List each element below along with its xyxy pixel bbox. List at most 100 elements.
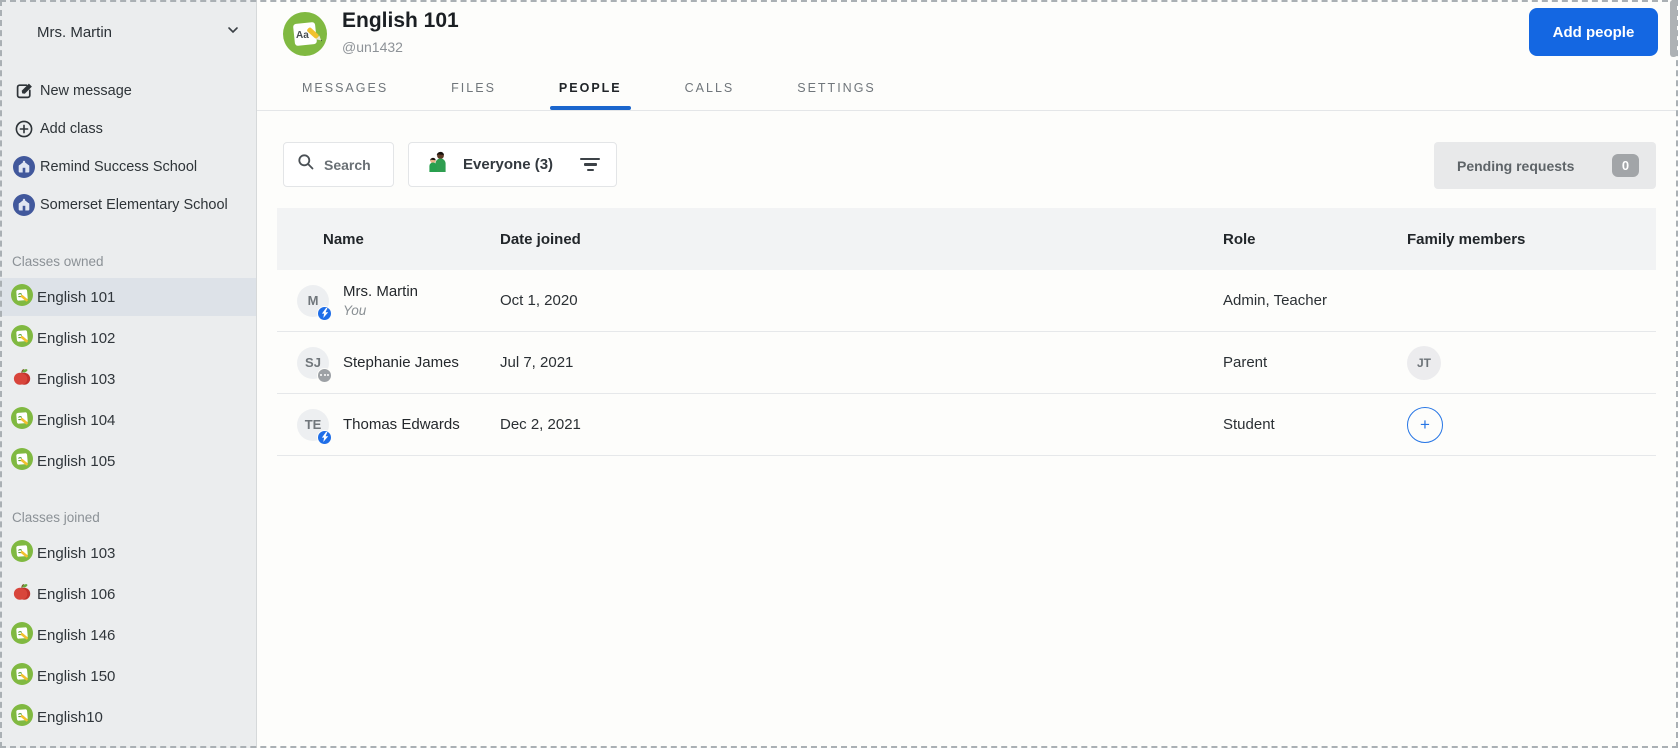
class-handle: @un1432: [342, 39, 403, 55]
role: Parent: [1223, 354, 1268, 371]
sidebar-class-english-105[interactable]: English 105: [0, 442, 256, 480]
app-window: Mrs. Martin New message Add class Remind…: [0, 0, 1678, 748]
class-doc-icon: [11, 406, 33, 434]
class-label: English 106: [37, 585, 116, 603]
table-header: Name Date joined Role Family members: [277, 208, 1656, 270]
plus-circle-icon: [13, 119, 35, 139]
section-title-classes-joined: Classes joined: [12, 510, 100, 525]
class-doc-icon: [11, 447, 33, 475]
sidebar-class-english-150[interactable]: English 150: [0, 657, 256, 695]
tab-settings[interactable]: SETTINGS: [797, 66, 876, 110]
class-doc-icon: [11, 662, 33, 690]
sidebar-item-label: Somerset Elementary School: [40, 197, 228, 213]
toolbar: Everyone (3) Pending requests 0: [257, 142, 1678, 189]
role: Student: [1223, 416, 1275, 433]
sidebar-class-english-146[interactable]: English 146: [0, 616, 256, 654]
people-table: Name Date joined Role Family members M M…: [277, 208, 1656, 456]
class-label: English 104: [37, 411, 116, 429]
sidebar-item-new-message[interactable]: New message: [0, 72, 256, 110]
page-title: English 101: [342, 9, 459, 32]
date-joined: Jul 7, 2021: [500, 354, 574, 371]
sidebar-class-english10[interactable]: English10: [0, 698, 256, 736]
column-header-name: Name: [323, 230, 364, 248]
date-joined: Dec 2, 2021: [500, 416, 581, 433]
class-label: English 101: [37, 288, 116, 306]
avatar: SJ: [297, 346, 332, 383]
column-header-role: Role: [1223, 230, 1256, 248]
class-avatar-icon: Aa: [283, 12, 327, 61]
class-header: Aa English 101 @un1432 Add people: [257, 0, 1678, 66]
class-label: English 150: [37, 667, 116, 685]
search-icon: [297, 153, 315, 176]
class-label: English 105: [37, 452, 116, 470]
table-row[interactable]: M Mrs. Martin You Oct 1, 2020 Admin, Tea…: [277, 270, 1656, 332]
sidebar-item-school[interactable]: Remind Success School: [0, 148, 256, 186]
chevron-down-icon: [226, 23, 240, 42]
sidebar-item-label: Remind Success School: [40, 159, 198, 175]
add-people-button[interactable]: Add people: [1529, 8, 1658, 56]
add-family-member-button[interactable]: +: [1407, 406, 1443, 443]
sidebar-item-label: New message: [40, 83, 132, 99]
main-panel: Aa English 101 @un1432 Add people MESSAG…: [257, 0, 1678, 748]
audience-filter-dropdown[interactable]: Everyone (3): [408, 142, 617, 187]
family-member-avatar[interactable]: JT: [1407, 345, 1441, 380]
class-label: English 146: [37, 626, 116, 644]
tab-calls[interactable]: CALLS: [685, 66, 735, 110]
dots-badge-icon: [317, 367, 332, 383]
people-content: Everyone (3) Pending requests 0 Name Dat…: [257, 142, 1678, 748]
audience-filter-label: Everyone (3): [463, 156, 554, 173]
person-name: Mrs. Martin: [343, 283, 418, 300]
family-members-cell: +: [1407, 406, 1656, 443]
avatar: M: [297, 284, 332, 321]
school-icon: [13, 156, 35, 178]
sidebar-class-english-106[interactable]: English 106: [0, 575, 256, 613]
tab-messages[interactable]: MESSAGES: [302, 66, 388, 110]
family-members-cell: JT: [1407, 345, 1656, 380]
filter-icon: [580, 157, 600, 172]
sidebar-class-english-103[interactable]: English 103: [0, 360, 256, 398]
sidebar-class-english-101[interactable]: English 101: [0, 278, 256, 316]
class-doc-icon: [11, 621, 33, 649]
class-doc-icon: [11, 703, 33, 731]
tab-bar: MESSAGES FILES PEOPLE CALLS SETTINGS: [257, 66, 1678, 111]
account-name: Mrs. Martin: [37, 23, 112, 41]
compose-icon: [13, 81, 35, 101]
bolt-badge-icon: [317, 429, 332, 445]
person-name: Stephanie James: [343, 354, 459, 371]
column-header-family-members: Family members: [1407, 230, 1526, 248]
person-meta: You: [343, 303, 367, 318]
class-doc-icon: [11, 324, 33, 352]
sidebar-class-english-103-joined[interactable]: English 103: [0, 534, 256, 572]
account-switcher[interactable]: Mrs. Martin: [0, 0, 256, 44]
search-input[interactable]: [324, 156, 386, 173]
pending-count-badge: 0: [1612, 154, 1639, 177]
table-row[interactable]: SJ Stephanie James Jul 7, 2021 Parent JT: [277, 332, 1656, 394]
person-name: Thomas Edwards: [343, 416, 460, 433]
section-title-classes-owned: Classes owned: [12, 254, 104, 269]
class-label: English 103: [37, 544, 116, 562]
tab-people[interactable]: PEOPLE: [549, 66, 631, 110]
pending-requests-button[interactable]: Pending requests 0: [1434, 142, 1656, 189]
pending-requests-label: Pending requests: [1457, 157, 1575, 174]
class-label: English10: [37, 708, 103, 726]
apple-icon: [11, 366, 33, 393]
sidebar-item-school[interactable]: Somerset Elementary School: [0, 186, 256, 224]
sidebar-nav: New message Add class Remind Success Sch…: [0, 72, 256, 224]
avatar: TE: [297, 408, 332, 445]
date-joined: Oct 1, 2020: [500, 292, 578, 309]
sidebar-class-english-102[interactable]: English 102: [0, 319, 256, 357]
sidebar-item-add-class[interactable]: Add class: [0, 110, 256, 148]
class-label: English 102: [37, 329, 116, 347]
svg-text:Aa: Aa: [296, 30, 309, 41]
tab-files[interactable]: FILES: [451, 66, 496, 110]
vertical-scrollbar-thumb[interactable]: [1670, 0, 1677, 57]
sidebar-class-english-104[interactable]: English 104: [0, 401, 256, 439]
class-label: English 103: [37, 370, 116, 388]
search-box[interactable]: [283, 142, 394, 187]
table-row[interactable]: TE Thomas Edwards Dec 2, 2021 Student +: [277, 394, 1656, 456]
class-doc-icon: [11, 539, 33, 567]
role: Admin, Teacher: [1223, 292, 1327, 309]
column-header-date-joined: Date joined: [500, 230, 581, 248]
class-doc-icon: [11, 283, 33, 311]
school-icon: [13, 194, 35, 216]
